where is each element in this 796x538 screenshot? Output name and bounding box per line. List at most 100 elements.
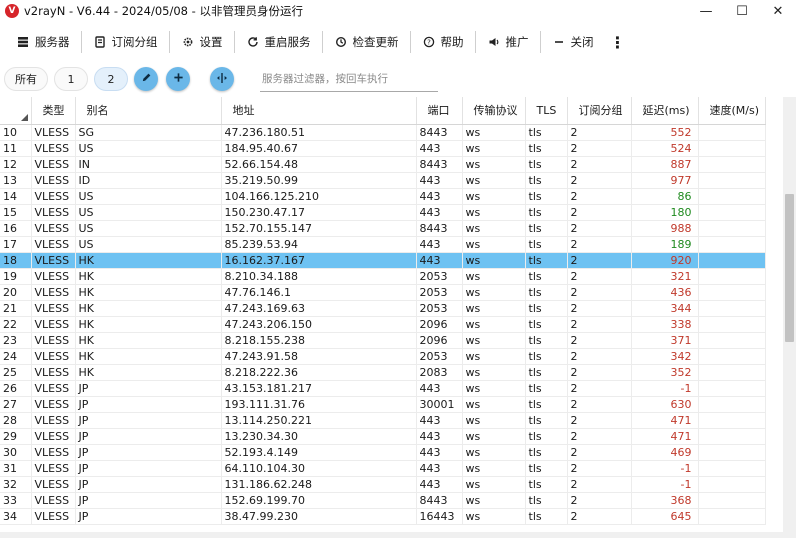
table-row[interactable]: 17 VLESS US 85.239.53.94 443 ws tls 2 189 — [0, 236, 766, 253]
cell-speed — [698, 236, 766, 253]
table-row[interactable]: 18 VLESS HK 16.162.37.167 443 ws tls 2 920 — [0, 252, 766, 269]
row-index: 33 — [0, 492, 32, 509]
column-header-subscription[interactable]: 订阅分组 — [567, 97, 632, 125]
cell-transport: ws — [462, 428, 526, 445]
check-update-button[interactable]: 检查更新 — [326, 28, 407, 56]
cell-alias: HK — [75, 284, 222, 301]
tab-all[interactable]: 所有 — [4, 67, 48, 91]
table-row[interactable]: 14 VLESS US 104.166.125.210 443 ws tls 2 86 — [0, 188, 766, 205]
table-row[interactable]: 26 VLESS JP 43.153.181.217 443 ws tls 2 -1 — [0, 380, 766, 397]
cell-alias: US — [75, 188, 222, 205]
cell-subscription: 2 — [567, 348, 632, 365]
promote-menu-button[interactable]: 推广 — [479, 28, 537, 56]
cell-alias: US — [75, 204, 222, 221]
cell-delay: 180 — [631, 204, 699, 221]
table-row[interactable]: 12 VLESS IN 52.66.154.48 8443 ws tls 2 887 — [0, 156, 766, 173]
table-row[interactable]: 19 VLESS HK 8.210.34.188 2053 ws tls 2 321 — [0, 268, 766, 285]
table-row[interactable]: 24 VLESS HK 47.243.91.58 2053 ws tls 2 342 — [0, 348, 766, 365]
vertical-scroll-thumb[interactable] — [785, 194, 794, 342]
table-row[interactable]: 13 VLESS ID 35.219.50.99 443 ws tls 2 977 — [0, 172, 766, 189]
cell-alias: HK — [75, 316, 222, 333]
cell-type: VLESS — [31, 300, 76, 317]
cell-delay: 552 — [631, 124, 699, 141]
close-window-button[interactable]: ✕ — [760, 0, 796, 22]
cell-port: 443 — [416, 188, 463, 205]
cell-port: 443 — [416, 476, 463, 493]
cell-address: 150.230.47.17 — [221, 204, 417, 221]
cell-tls: tls — [525, 156, 568, 173]
table-row[interactable]: 22 VLESS HK 47.243.206.150 2096 ws tls 2 338 — [0, 316, 766, 333]
cell-port: 30001 — [416, 396, 463, 413]
cell-subscription: 2 — [567, 428, 632, 445]
restart-service-button[interactable]: 重启服务 — [238, 28, 319, 56]
table-row[interactable]: 16 VLESS US 152.70.155.147 8443 ws tls 2 988 — [0, 220, 766, 237]
table-row[interactable]: 10 VLESS SG 47.236.180.51 8443 ws tls 2 552 — [0, 124, 766, 141]
cell-alias: IN — [75, 156, 222, 173]
table-row[interactable]: 27 VLESS JP 193.111.31.76 30001 ws tls 2 630 — [0, 396, 766, 413]
servers-label: 服务器 — [35, 35, 70, 49]
select-all-corner[interactable] — [0, 97, 32, 125]
table-row[interactable]: 11 VLESS US 184.95.40.67 443 ws tls 2 524 — [0, 140, 766, 157]
edit-group-button[interactable] — [134, 67, 158, 91]
cell-transport: ws — [462, 268, 526, 285]
cell-delay: 344 — [631, 300, 699, 317]
move-servers-button[interactable] — [210, 67, 234, 91]
more-options-icon[interactable]: ⋮ — [602, 28, 634, 56]
table-row[interactable]: 30 VLESS JP 52.193.4.149 443 ws tls 2 469 — [0, 444, 766, 461]
window-title: v2rayN - V6.44 - 2024/05/08 - 以非管理员身份运行 — [24, 4, 303, 18]
cell-delay: 988 — [631, 220, 699, 237]
column-header-transport[interactable]: 传输协议 — [462, 97, 526, 125]
column-header-delay[interactable]: 延迟(ms) — [631, 97, 699, 125]
cell-speed — [698, 508, 766, 525]
tab-group-2[interactable]: 2 — [94, 67, 128, 91]
maximize-button[interactable]: ☐ — [724, 0, 760, 22]
table-row[interactable]: 32 VLESS JP 131.186.62.248 443 ws tls 2 -1 — [0, 476, 766, 493]
column-header-alias[interactable]: 别名 — [75, 97, 222, 125]
column-header-type[interactable]: 类型 — [31, 97, 76, 125]
cell-type: VLESS — [31, 412, 76, 429]
table-row[interactable]: 20 VLESS HK 47.76.146.1 2053 ws tls 2 436 — [0, 284, 766, 301]
column-header-speed[interactable]: 速度(M/s) — [698, 97, 766, 125]
cell-port: 443 — [416, 412, 463, 429]
close-app-button[interactable]: 关闭 — [544, 28, 602, 56]
cell-subscription: 2 — [567, 156, 632, 173]
cell-delay: 920 — [631, 252, 699, 269]
table-row[interactable]: 25 VLESS HK 8.218.222.36 2083 ws tls 2 352 — [0, 364, 766, 381]
svg-text:?: ? — [427, 39, 431, 47]
cell-address: 47.243.169.63 — [221, 300, 417, 317]
cell-alias: JP — [75, 508, 222, 525]
server-filter-input[interactable] — [260, 66, 438, 92]
cell-alias: HK — [75, 364, 222, 381]
table-row[interactable]: 29 VLESS JP 13.230.34.30 443 ws tls 2 471 — [0, 428, 766, 445]
cell-subscription: 2 — [567, 412, 632, 429]
tab-group-1[interactable]: 1 — [54, 67, 88, 91]
horizontal-scrollbar[interactable] — [0, 532, 796, 538]
table-row[interactable]: 15 VLESS US 150.230.47.17 443 ws tls 2 180 — [0, 204, 766, 221]
settings-menu-button[interactable]: 设置 — [173, 28, 231, 56]
table-row[interactable]: 31 VLESS JP 64.110.104.30 443 ws tls 2 -1 — [0, 460, 766, 477]
subscription-menu-button[interactable]: 订阅分组 — [85, 28, 166, 56]
table-row[interactable]: 21 VLESS HK 47.243.169.63 2053 ws tls 2 344 — [0, 300, 766, 317]
help-menu-button[interactable]: ? 帮助 — [414, 28, 472, 56]
cell-subscription: 2 — [567, 332, 632, 349]
cell-subscription: 2 — [567, 220, 632, 237]
servers-menu-button[interactable]: 服务器 — [8, 28, 78, 56]
vertical-scrollbar[interactable] — [783, 97, 796, 532]
cell-delay: 524 — [631, 140, 699, 157]
table-row[interactable]: 23 VLESS HK 8.218.155.238 2096 ws tls 2 371 — [0, 332, 766, 349]
cell-speed — [698, 220, 766, 237]
cell-port: 443 — [416, 460, 463, 477]
cell-address: 152.70.155.147 — [221, 220, 417, 237]
column-header-address[interactable]: 地址 — [221, 97, 417, 125]
add-group-button[interactable] — [166, 67, 190, 91]
table-row[interactable]: 34 VLESS JP 38.47.99.230 16443 ws tls 2 645 — [0, 508, 766, 525]
row-index: 32 — [0, 476, 32, 493]
cell-address: 104.166.125.210 — [221, 188, 417, 205]
minimize-button[interactable]: — — [688, 0, 724, 22]
column-header-tls[interactable]: TLS — [525, 97, 568, 125]
table-row[interactable]: 33 VLESS JP 152.69.199.70 8443 ws tls 2 368 — [0, 492, 766, 509]
cell-subscription: 2 — [567, 140, 632, 157]
cell-speed — [698, 172, 766, 189]
column-header-port[interactable]: 端口 — [416, 97, 463, 125]
table-row[interactable]: 28 VLESS JP 13.114.250.221 443 ws tls 2 471 — [0, 412, 766, 429]
